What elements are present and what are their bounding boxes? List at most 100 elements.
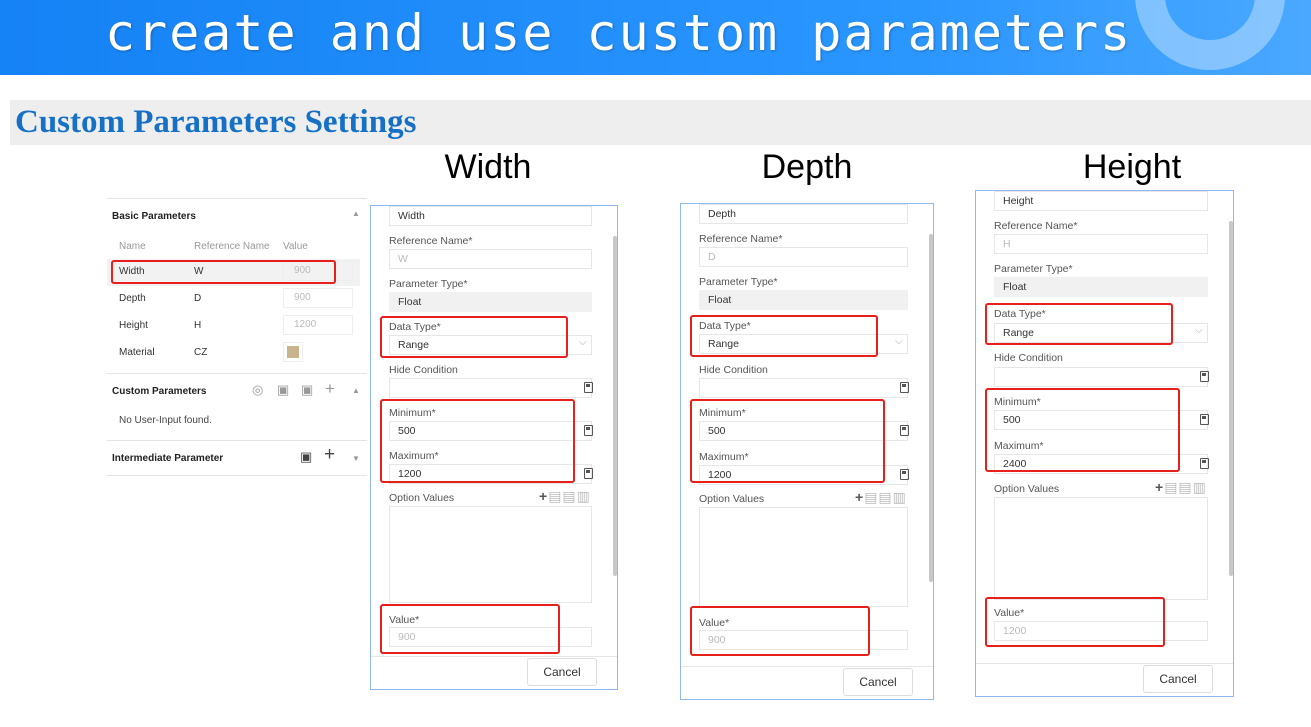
col-value: Value bbox=[283, 241, 308, 252]
move-up-icon[interactable]: ▤ bbox=[1164, 479, 1178, 495]
basic-parameters-title: Basic Parameters bbox=[112, 211, 196, 222]
formula-icon[interactable] bbox=[1200, 414, 1209, 425]
section-header: Custom Parameters Settings bbox=[10, 100, 1311, 145]
row-ref: H bbox=[194, 320, 202, 331]
collapse-caret-icon[interactable]: ▲ bbox=[352, 209, 360, 218]
row-value-input[interactable]: 900 bbox=[283, 288, 353, 308]
scrollbar[interactable] bbox=[929, 234, 933, 582]
add-option-icon[interactable]: + bbox=[855, 489, 864, 505]
col-name: Name bbox=[119, 241, 146, 252]
scrollbar[interactable] bbox=[1229, 221, 1233, 576]
option-values-label: Option Values bbox=[994, 483, 1060, 495]
option-values-list[interactable] bbox=[994, 497, 1208, 600]
collapse-caret-icon[interactable]: ▲ bbox=[352, 386, 360, 395]
chevron-down-icon[interactable]: ⌵ bbox=[895, 336, 903, 347]
import-icon[interactable]: ▣ bbox=[300, 449, 312, 465]
section-title: Custom Parameters Settings bbox=[15, 104, 417, 140]
hide-condition-input[interactable] bbox=[389, 378, 592, 398]
formula-icon[interactable] bbox=[584, 425, 593, 436]
formula-icon[interactable] bbox=[900, 469, 909, 480]
move-down-icon[interactable]: ▤ bbox=[878, 489, 892, 505]
reference-name-label: Reference Name* bbox=[699, 233, 783, 245]
parameter-type-label: Parameter Type* bbox=[994, 263, 1073, 275]
row-name: Material bbox=[119, 347, 155, 358]
name-input[interactable]: Height bbox=[994, 191, 1208, 211]
move-down-icon[interactable]: ▤ bbox=[1178, 479, 1192, 495]
import-icon[interactable]: ▣ bbox=[277, 382, 289, 398]
parameter-type-label: Parameter Type* bbox=[699, 276, 778, 288]
formula-icon[interactable] bbox=[900, 382, 909, 393]
parameter-type-field[interactable]: Float bbox=[389, 292, 592, 312]
scrollbar[interactable] bbox=[613, 236, 617, 576]
row-name: Depth bbox=[119, 293, 146, 304]
reference-name-label: Reference Name* bbox=[994, 220, 1078, 232]
reference-name-input[interactable]: D bbox=[699, 247, 908, 267]
highlight-box bbox=[380, 604, 560, 654]
add-option-icon[interactable]: + bbox=[539, 488, 548, 504]
move-down-icon[interactable]: ▤ bbox=[562, 488, 576, 504]
panel-heading: Width bbox=[444, 148, 532, 186]
formula-icon[interactable] bbox=[1200, 458, 1209, 469]
settings-icon[interactable]: ◎ bbox=[252, 382, 263, 398]
highlight-box bbox=[985, 597, 1165, 647]
formula-icon[interactable] bbox=[900, 425, 909, 436]
move-up-icon[interactable]: ▤ bbox=[548, 488, 562, 504]
parameter-edit-panel: Height Reference Name* H Parameter Type* F… bbox=[975, 190, 1234, 697]
cancel-button[interactable]: Cancel bbox=[1143, 665, 1213, 693]
hide-condition-label: Hide Condition bbox=[994, 352, 1063, 364]
move-up-icon[interactable]: ▤ bbox=[864, 489, 878, 505]
highlight-box bbox=[690, 315, 878, 357]
parameter-edit-panel: Width Reference Name* W Parameter Type* Fl… bbox=[370, 205, 618, 690]
delete-icon[interactable]: ▥ bbox=[893, 489, 907, 505]
name-input[interactable]: Width bbox=[389, 206, 592, 226]
custom-parameters-title: Custom Parameters bbox=[112, 386, 207, 397]
material-swatch[interactable] bbox=[283, 342, 303, 362]
option-toolbar: +▤▤▥ bbox=[855, 489, 907, 506]
add-option-icon[interactable]: + bbox=[1155, 479, 1164, 495]
add-icon[interactable]: + bbox=[325, 379, 335, 399]
decorative-ring bbox=[1135, 0, 1285, 70]
highlight-box bbox=[690, 399, 885, 483]
hide-condition-input[interactable] bbox=[994, 367, 1208, 387]
option-values-label: Option Values bbox=[699, 493, 765, 505]
option-toolbar: +▤▤▥ bbox=[1155, 479, 1207, 496]
reference-name-input[interactable]: H bbox=[994, 234, 1208, 254]
formula-icon[interactable] bbox=[1200, 371, 1209, 382]
banner: create and use custom parameters bbox=[0, 0, 1311, 75]
name-input[interactable]: Depth bbox=[699, 204, 908, 224]
parameter-edit-panel: Depth Reference Name* D Parameter Type* Fl… bbox=[680, 203, 934, 700]
parameter-type-label: Parameter Type* bbox=[389, 278, 468, 290]
formula-icon[interactable] bbox=[584, 382, 593, 393]
hide-condition-label: Hide Condition bbox=[699, 364, 768, 376]
chevron-down-icon[interactable]: ⌵ bbox=[579, 337, 587, 348]
reference-name-input[interactable]: W bbox=[389, 249, 592, 269]
expand-caret-icon[interactable]: ▼ bbox=[352, 454, 360, 463]
option-values-list[interactable] bbox=[389, 506, 592, 603]
option-values-list[interactable] bbox=[699, 507, 908, 607]
option-toolbar: +▤▤▥ bbox=[539, 488, 591, 505]
highlight-box bbox=[380, 316, 568, 358]
row-ref: D bbox=[194, 293, 202, 304]
row-name: Height bbox=[119, 320, 148, 331]
hide-condition-label: Hide Condition bbox=[389, 364, 458, 376]
row-ref: CZ bbox=[194, 347, 208, 358]
highlight-box bbox=[985, 388, 1180, 472]
row-value-input[interactable]: 1200 bbox=[283, 315, 353, 335]
col-ref: Reference Name bbox=[194, 241, 270, 252]
delete-icon[interactable]: ▥ bbox=[577, 488, 591, 504]
reference-name-label: Reference Name* bbox=[389, 235, 473, 247]
export-icon[interactable]: ▣ bbox=[301, 382, 313, 398]
chevron-down-icon[interactable]: ⌵ bbox=[1195, 325, 1203, 336]
formula-icon[interactable] bbox=[584, 468, 593, 479]
add-icon[interactable]: + bbox=[324, 444, 335, 466]
option-values-label: Option Values bbox=[389, 492, 455, 504]
banner-title: create and use custom parameters bbox=[105, 4, 1133, 62]
cancel-button[interactable]: Cancel bbox=[527, 658, 597, 686]
parameter-type-field[interactable]: Float bbox=[699, 290, 908, 310]
hide-condition-input[interactable] bbox=[699, 378, 908, 398]
cancel-button[interactable]: Cancel bbox=[843, 668, 913, 696]
highlight-box bbox=[985, 303, 1173, 345]
delete-icon[interactable]: ▥ bbox=[1193, 479, 1207, 495]
highlight-box bbox=[111, 260, 336, 284]
parameter-type-field[interactable]: Float bbox=[994, 277, 1208, 297]
